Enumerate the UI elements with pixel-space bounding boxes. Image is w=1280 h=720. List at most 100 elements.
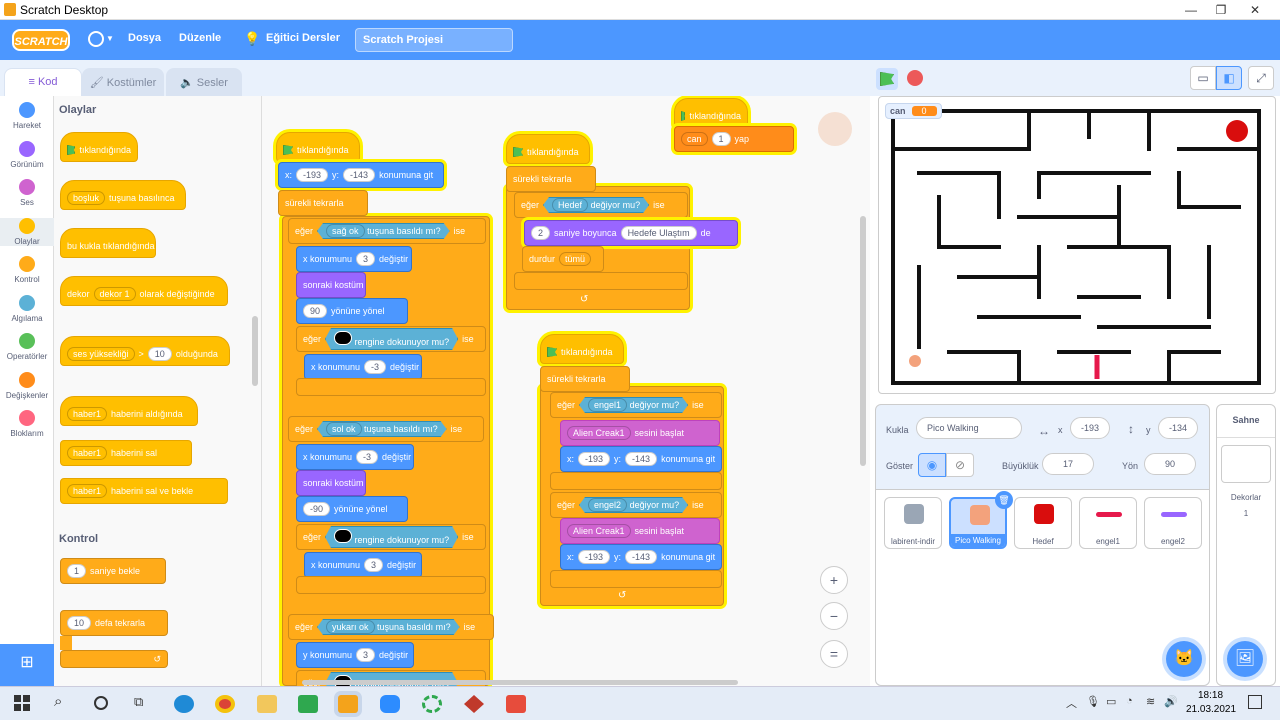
category-0[interactable]: Hareket (0, 102, 54, 130)
loudness-input[interactable]: 10 (147, 347, 172, 361)
play-sound-block-2[interactable]: Alien Creak1 sesini başlat (560, 518, 720, 544)
recorder-app-icon[interactable] (506, 695, 526, 713)
palette-receive-block[interactable]: haber1 haberini aldığında (60, 396, 198, 426)
set-variable-block[interactable]: can 1 yap (674, 126, 794, 152)
palette-repeat-block[interactable]: 10 defa tekrarla (60, 610, 168, 636)
chrome-icon[interactable] (215, 695, 235, 713)
close-button[interactable]: ✕ (1240, 2, 1270, 18)
change-x-block-4[interactable]: x konumunu 3 değiştir (304, 552, 422, 578)
green-flag-button[interactable] (876, 68, 898, 90)
delete-sprite-icon[interactable]: 🗑 (995, 491, 1013, 509)
palette-when-flag-block[interactable]: tıklandığında (60, 132, 138, 162)
forever-label-2[interactable]: sürekli tekrarla (506, 166, 596, 192)
sprite-tile[interactable]: Pico Walking 🗑 (949, 491, 1013, 549)
point-direction-block-2[interactable]: -90 yönüne yönel (296, 496, 408, 522)
minimize-button[interactable]: — (1176, 2, 1206, 18)
zoom-in-button[interactable]: + (820, 566, 848, 594)
task-view-icon[interactable]: ⧉ (134, 694, 143, 710)
spider-app-icon[interactable] (464, 695, 484, 713)
change-x-block-2[interactable]: x konumunu -3 değiştir (304, 354, 422, 380)
up-key-pressed-condition[interactable]: yukarı ok tuşuna basıldı mı? (317, 619, 460, 635)
touching-target-condition[interactable]: Hedef değiyor mu? (543, 197, 649, 213)
show-sprite-button[interactable]: ◉ (918, 453, 946, 477)
if-left-key-block[interactable]: eğer sol ok tuşuna basıldı mı? ise (288, 416, 484, 442)
backdrop-dropdown[interactable]: dekor 1 (93, 287, 136, 301)
loader-app-icon[interactable] (422, 695, 442, 713)
menu-file[interactable]: Dosya (128, 32, 161, 44)
windows-start-icon[interactable] (14, 695, 30, 711)
change-y-block-1[interactable]: y konumunu 3 değiştir (296, 642, 414, 668)
if-touching-obs1-block[interactable]: eğer engel1 değiyor mu? ise (550, 392, 722, 418)
sprite-y-input[interactable]: -134 (1158, 417, 1198, 439)
when-flag-hat-4[interactable]: tıklandığında (540, 334, 624, 364)
category-8[interactable]: Bloklarım (0, 410, 54, 438)
when-flag-hat-2[interactable]: tıklandığında (506, 134, 590, 164)
script-vertical-scrollbar[interactable] (860, 216, 866, 466)
palette-scrollbar[interactable] (252, 316, 258, 386)
category-2[interactable]: Ses (0, 179, 54, 207)
palette-broadcast-wait-block[interactable]: haber1 haberini sal ve bekle (60, 478, 228, 504)
normal-stage-button[interactable]: ◧ (1216, 66, 1242, 90)
palette-backdrop-switch-block[interactable]: dekor dekor 1 olarak değiştiğinde (60, 276, 228, 306)
sprite-tile[interactable]: Hedef (1014, 497, 1072, 549)
search-icon[interactable]: ⌕ (54, 693, 62, 710)
if-up-key-block[interactable]: eğer yukarı ok tuşuna basıldı mı? ise (288, 614, 494, 640)
right-key-pressed-condition[interactable]: sağ ok tuşuna basıldı mı? (317, 223, 450, 239)
message-dropdown[interactable]: haber1 (67, 407, 108, 421)
add-sprite-button[interactable]: 🐱 (1166, 641, 1202, 677)
add-backdrop-button[interactable]: 🖼 (1227, 641, 1263, 677)
tab-sounds[interactable]: 🔈 Sesler (166, 68, 242, 96)
maximize-button[interactable]: ❐ (1206, 2, 1236, 18)
change-x-block-1[interactable]: x konumunu 3 değiştir (296, 246, 412, 272)
add-extension-button[interactable]: ⊞ (0, 644, 54, 686)
category-7[interactable]: Değişkenler (0, 371, 54, 400)
if-touching-obs2-block[interactable]: eğer engel2 değiyor mu? ise (550, 492, 722, 518)
script-horizontal-scrollbar[interactable] (302, 680, 738, 685)
goto-xy-block-3[interactable]: x: -193 y: -143 konumuna git (560, 544, 722, 570)
menu-tutorials[interactable]: Eğitici Dersler (266, 32, 340, 44)
globe-icon[interactable] (88, 31, 104, 47)
stop-sign-button[interactable] (907, 70, 923, 86)
if-touching-target-block[interactable]: eğer Hedef değiyor mu? ise (514, 192, 688, 218)
key-dropdown[interactable]: boşluk (67, 191, 106, 205)
sprite-tile[interactable]: engel1 (1079, 497, 1137, 549)
black-color-swatch[interactable] (334, 529, 352, 543)
next-costume-block-2[interactable]: sonraki kostüm (296, 470, 366, 496)
black-color-swatch[interactable] (334, 331, 352, 345)
forever-label-3[interactable]: sürekli tekrarla (540, 366, 630, 392)
palette-broadcast-block[interactable]: haber1 haberini sal (60, 440, 192, 466)
fullscreen-button[interactable]: ⤢ (1248, 66, 1274, 90)
stop-block[interactable]: durdur tümü (522, 246, 604, 272)
say-for-secs-block[interactable]: 2 saniye boyunca Hedefe Ulaştım de (524, 220, 738, 246)
project-title-input[interactable]: Scratch Projesi (355, 28, 513, 52)
if-right-key-block[interactable]: eğer sağ ok tuşuna basıldı mı? ise (288, 218, 486, 244)
sprite-size-input[interactable]: 17 (1042, 453, 1094, 475)
stop-dropdown[interactable]: tümü (559, 252, 592, 266)
when-flag-hat-3[interactable]: tıklandığında (674, 98, 748, 128)
sprite-tile[interactable]: labirent-indir (884, 497, 942, 549)
sprite-x-input[interactable]: -193 (1070, 417, 1110, 439)
change-x-block-3[interactable]: x konumunu -3 değiştir (296, 444, 414, 470)
sprite-direction-input[interactable]: 90 (1144, 453, 1196, 475)
palette-loudness-block[interactable]: ses yüksekliği >10 olduğunda (60, 336, 230, 366)
notifications-icon[interactable] (1248, 695, 1262, 709)
stage-selector-pane[interactable]: Sahne Dekorlar 1 🖼 (1216, 404, 1276, 686)
camtasia-icon[interactable] (298, 695, 318, 713)
scratch-logo[interactable]: SCRATCH (12, 29, 70, 51)
palette-wait-block[interactable]: 1 saniye bekle (60, 558, 166, 584)
if-touch-color-block-2[interactable]: eğer rengine dokunuyor mu? ise (296, 524, 486, 550)
variable-dropdown[interactable]: can (681, 132, 708, 146)
forever-label-1[interactable]: sürekli tekrarla (278, 190, 368, 216)
category-6[interactable]: Operatörler (0, 333, 54, 361)
repeat-input[interactable]: 10 (67, 616, 92, 630)
play-sound-block-1[interactable]: Alien Creak1 sesini başlat (560, 420, 720, 446)
category-1[interactable]: Görünüm (0, 140, 54, 169)
script-area[interactable]: tıklandığında x: -193 y: -143 konumuna git s… (262, 96, 870, 686)
goto-xy-block-2[interactable]: x: -193 y: -143 konumuna git (560, 446, 722, 472)
if-touch-color-block-1[interactable]: eğer rengine dokunuyor mu? ise (296, 326, 486, 352)
tab-code[interactable]: ≡ Kod (4, 68, 82, 96)
scratch-taskbar-icon[interactable] (338, 695, 358, 713)
sprite-tile[interactable]: engel2 (1144, 497, 1202, 549)
point-direction-block-1[interactable]: 90 yönüne yönel (296, 298, 408, 324)
zoom-app-icon[interactable] (380, 695, 400, 713)
